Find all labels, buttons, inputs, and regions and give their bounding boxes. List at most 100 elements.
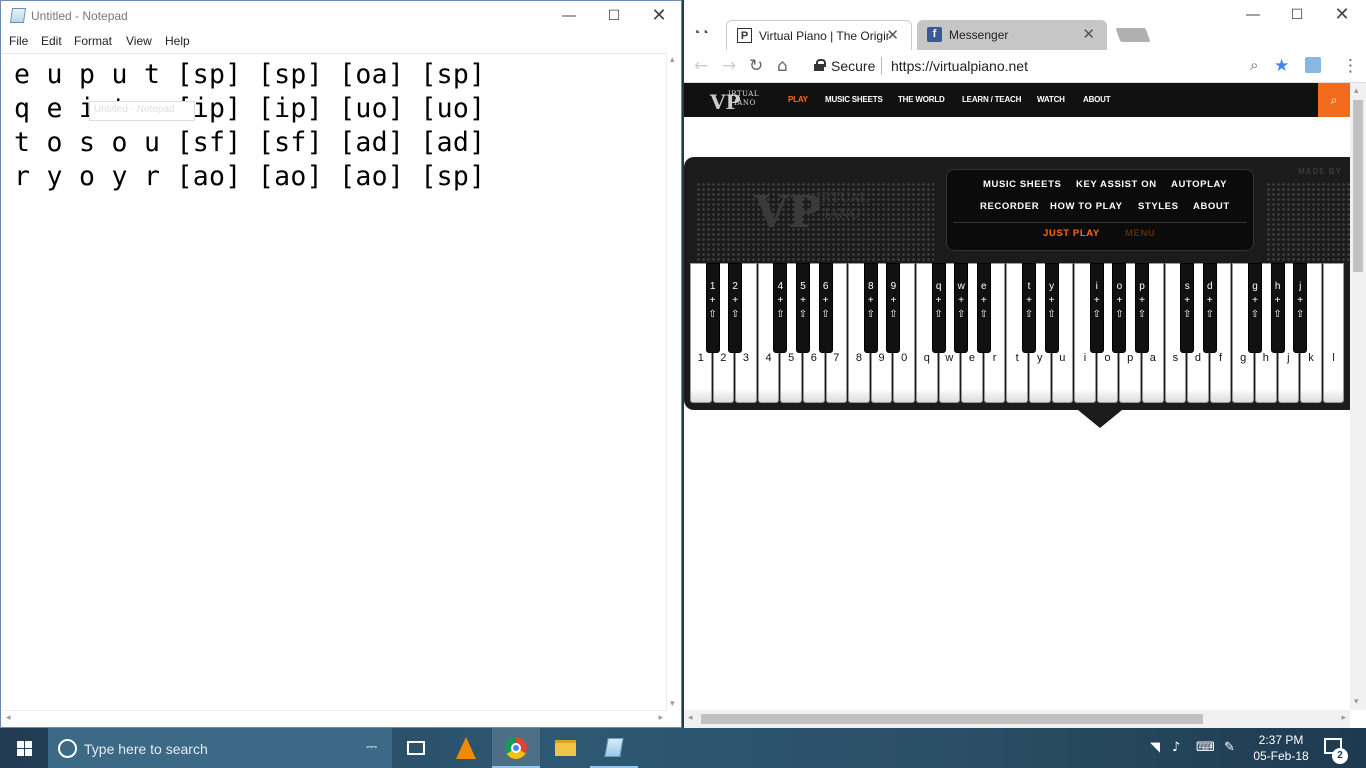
pen-icon[interactable]: ✎ xyxy=(1224,740,1235,755)
scroll-left-icon[interactable]: ◂ xyxy=(688,713,693,723)
back-icon[interactable]: ← xyxy=(694,56,708,76)
chrome-taskbar-button[interactable] xyxy=(492,728,540,768)
black-key[interactable]: h + ⇧ xyxy=(1270,263,1285,353)
black-key[interactable]: s + ⇧ xyxy=(1180,263,1195,353)
black-key-label: 4 + ⇧ xyxy=(776,281,785,320)
black-key[interactable]: y + ⇧ xyxy=(1044,263,1059,353)
chrome-menu-icon[interactable]: ⋮ xyxy=(1342,56,1359,76)
black-key[interactable]: w + ⇧ xyxy=(954,263,969,353)
black-key[interactable]: 9 + ⇧ xyxy=(886,263,901,353)
nav-watch[interactable]: WATCH xyxy=(1037,95,1065,104)
nav-learn-teach[interactable]: LEARN / TEACH xyxy=(962,95,1021,104)
notepad-text-area[interactable]: e u p u t [sp] [sp] [oa] [sp] q e i t e … xyxy=(2,53,667,711)
notepad-title-bar[interactable]: Untitled - Notepad ― ☐ ✕ xyxy=(1,1,681,32)
close-button[interactable]: ✕ xyxy=(636,1,682,31)
menu-autoplay[interactable]: AUTOPLAY xyxy=(1171,179,1227,190)
menu-edit[interactable]: Edit xyxy=(41,34,62,48)
bookmark-star-icon[interactable]: ★ xyxy=(1274,56,1289,76)
volume-icon[interactable]: ♪ xyxy=(1172,740,1180,755)
new-tab-button[interactable] xyxy=(1115,28,1151,42)
microphone-icon[interactable]: ⎓ xyxy=(366,739,377,755)
black-key[interactable]: 5 + ⇧ xyxy=(796,263,810,353)
black-key[interactable]: d + ⇧ xyxy=(1202,263,1217,353)
menu-recorder[interactable]: RECORDER xyxy=(980,201,1039,212)
file-explorer-taskbar-button[interactable] xyxy=(541,728,589,768)
trophy-tab xyxy=(1078,410,1122,428)
notepad-taskbar-button[interactable] xyxy=(590,728,638,768)
maximize-button[interactable]: ☐ xyxy=(1274,0,1320,30)
scroll-left-icon[interactable]: ◂ xyxy=(6,713,11,723)
task-view-button[interactable] xyxy=(392,728,440,768)
minimize-button[interactable]: ― xyxy=(1230,0,1276,30)
menu-format[interactable]: Format xyxy=(74,34,112,48)
black-key[interactable]: 4 + ⇧ xyxy=(773,263,788,353)
text-line: q e i t e [ip] [ip] [uo] [uo] xyxy=(14,93,486,124)
white-key[interactable]: l xyxy=(1322,263,1345,403)
black-key[interactable]: 8 + ⇧ xyxy=(863,263,878,353)
menu-key-assist[interactable]: KEY ASSIST ON xyxy=(1076,179,1157,190)
scroll-right-icon[interactable]: ▸ xyxy=(658,713,663,723)
menu-help[interactable]: Help xyxy=(165,34,190,48)
notepad-icon xyxy=(604,738,624,757)
black-key[interactable]: e + ⇧ xyxy=(976,263,991,353)
menu-toggle-button[interactable]: MENU xyxy=(1125,228,1155,239)
address-bar[interactable]: Secure https://virtualpiano.net xyxy=(806,53,1293,80)
menu-view[interactable]: View xyxy=(126,34,152,48)
taskbar-search[interactable]: Type here to search ⎓ xyxy=(48,728,392,768)
just-play-button[interactable]: JUST PLAY xyxy=(1043,228,1100,239)
nav-about[interactable]: ABOUT xyxy=(1083,95,1111,104)
menu-file[interactable]: File xyxy=(9,34,28,48)
black-key[interactable]: j + ⇧ xyxy=(1293,263,1308,353)
divider xyxy=(881,57,882,75)
black-key[interactable]: 6 + ⇧ xyxy=(818,263,833,353)
scroll-down-icon[interactable]: ▾ xyxy=(1354,697,1359,707)
site-logo[interactable]: VP IRTUAL IANO xyxy=(706,88,764,114)
minimize-button[interactable]: ― xyxy=(546,1,592,31)
notepad-horizontal-scrollbar[interactable]: ◂ ▸ xyxy=(2,710,667,726)
black-key[interactable]: 2 + ⇧ xyxy=(728,263,743,353)
black-key[interactable]: q + ⇧ xyxy=(931,263,946,353)
system-clock[interactable]: 2:37 PM 05-Feb-18 xyxy=(1252,732,1310,764)
reload-icon[interactable]: ↻ xyxy=(749,56,763,76)
close-button[interactable]: ✕ xyxy=(1319,0,1365,30)
scroll-right-icon[interactable]: ▸ xyxy=(1341,713,1346,723)
search-icon[interactable]: ⌕ xyxy=(1318,83,1350,117)
nav-play[interactable]: PLAY xyxy=(788,95,808,104)
white-key-label: w xyxy=(945,352,954,364)
forward-icon[interactable]: → xyxy=(722,56,736,76)
black-key[interactable]: i + ⇧ xyxy=(1089,263,1104,353)
menu-about[interactable]: ABOUT xyxy=(1193,201,1230,212)
input-language-icon[interactable]: ⌨ xyxy=(1196,740,1215,755)
scroll-up-icon[interactable]: ▴ xyxy=(1354,86,1359,96)
nav-music-sheets[interactable]: MUSIC SHEETS xyxy=(825,95,883,104)
notepad-vertical-scrollbar[interactable]: ▴ ▾ xyxy=(666,53,680,711)
start-button[interactable] xyxy=(0,728,48,768)
black-key[interactable]: g + ⇧ xyxy=(1248,263,1262,353)
black-key[interactable]: o + ⇧ xyxy=(1112,263,1127,353)
menu-music-sheets[interactable]: MUSIC SHEETS xyxy=(983,179,1061,190)
black-key[interactable]: 1 + ⇧ xyxy=(705,263,720,353)
scroll-thumb[interactable] xyxy=(701,714,1203,724)
page-vertical-scrollbar[interactable]: ▴ ▾ xyxy=(1350,83,1366,710)
tab-virtual-piano[interactable]: P Virtual Piano | The Origin ✕ xyxy=(726,20,912,50)
nav-the-world[interactable]: THE WORLD xyxy=(898,95,945,104)
zoom-icon[interactable]: ⌕ xyxy=(1250,56,1258,74)
home-icon[interactable]: ⌂ xyxy=(777,56,788,76)
vlc-taskbar-button[interactable] xyxy=(442,728,490,768)
wifi-icon[interactable]: ◥ xyxy=(1150,740,1160,755)
scroll-thumb[interactable] xyxy=(1353,100,1363,272)
black-key[interactable]: p + ⇧ xyxy=(1135,263,1149,353)
page-horizontal-scrollbar[interactable]: ◂ ▸ xyxy=(684,710,1350,728)
black-key[interactable]: t + ⇧ xyxy=(1022,263,1036,353)
close-tab-icon[interactable]: ✕ xyxy=(886,26,899,44)
scroll-up-icon[interactable]: ▴ xyxy=(670,55,675,65)
white-key-label: s xyxy=(1172,352,1179,364)
menu-how-to-play[interactable]: HOW TO PLAY xyxy=(1050,201,1123,212)
menu-styles[interactable]: STYLES xyxy=(1138,201,1179,212)
maximize-button[interactable]: ☐ xyxy=(591,1,637,31)
scroll-down-icon[interactable]: ▾ xyxy=(670,699,675,709)
search-placeholder: Type here to search xyxy=(84,741,208,757)
close-tab-icon[interactable]: ✕ xyxy=(1082,25,1095,43)
tab-messenger[interactable]: f Messenger ✕ xyxy=(917,20,1107,50)
extension-icon[interactable] xyxy=(1305,57,1321,73)
